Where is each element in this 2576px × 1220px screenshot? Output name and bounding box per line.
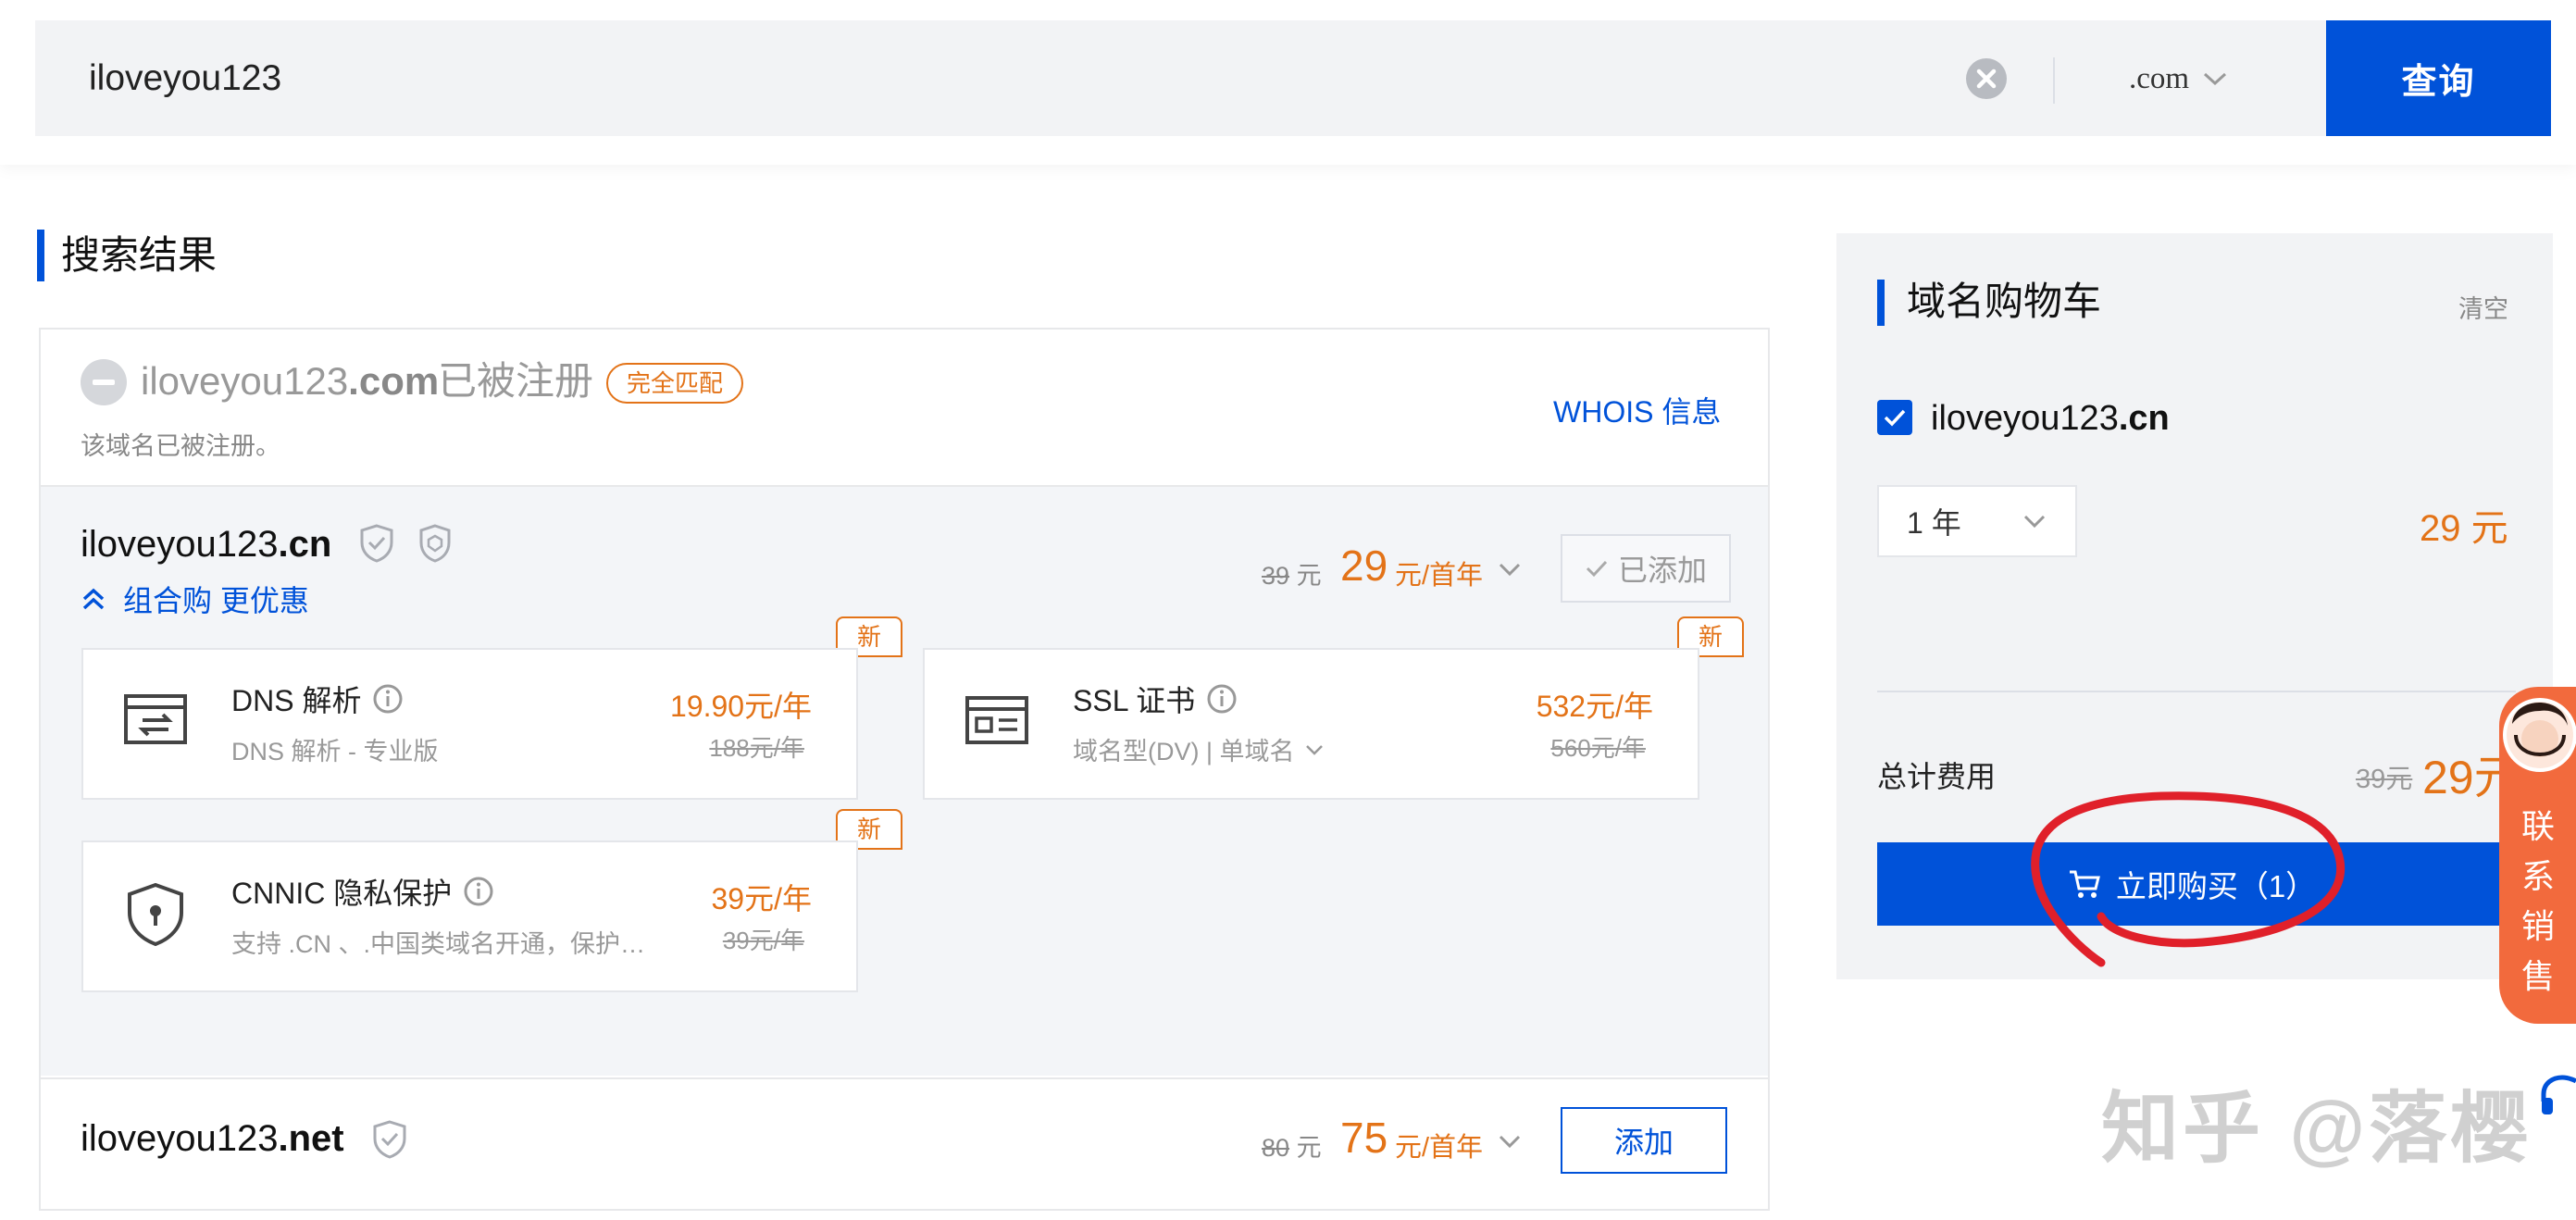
info-icon[interactable] [1206, 683, 1238, 715]
service-old-price: 188元/年 [709, 734, 804, 762]
year-select-value: 1 年 [1907, 506, 1961, 540]
service-price: 19.90元/年 [670, 690, 812, 723]
service-name: SSL 证书 [1073, 678, 1238, 720]
service-sub: 支持 .CN 、.中国类域名开通，保护… [231, 930, 646, 958]
info-icon[interactable] [372, 683, 404, 715]
net-original-price: 80 元 [1262, 1127, 1322, 1164]
registered-result-row [41, 330, 1768, 487]
cn-domain-tld: .cn [278, 524, 332, 565]
chevron-down-icon [2204, 72, 2227, 86]
verified-shield-icon[interactable] [359, 524, 394, 563]
suffix-select[interactable]: .com [2129, 56, 2228, 102]
registered-domain: iloveyou123.com [141, 355, 439, 407]
cn-original-value: 39 [1262, 562, 1290, 590]
cn-price: 29 [1340, 542, 1388, 590]
net-original-unit: 元 [1296, 1134, 1322, 1162]
cart-clear-link[interactable]: 清空 [2458, 289, 2508, 325]
service-name-label: CNNIC 隐私保护 [231, 877, 453, 910]
contact-sales-label: 联系销售 [2521, 807, 2556, 995]
registered-domain-tld: .com [348, 359, 440, 403]
ssl-certificate-icon [965, 696, 1028, 744]
sales-avatar [2503, 698, 2576, 772]
service-sub[interactable]: 域名型(DV) | 单域名 [1073, 731, 1325, 767]
chevron-down-icon[interactable] [1496, 1127, 1524, 1155]
clear-icon[interactable] [1964, 56, 2009, 101]
checkbox-icon[interactable] [1877, 400, 1912, 435]
cart-item-domain: iloveyou123.cn [1931, 392, 2170, 444]
info-icon[interactable] [463, 876, 494, 907]
cart-title-accent [1877, 280, 1885, 326]
cn-price-unit: 元/首年 [1395, 561, 1484, 591]
results-title: 搜索结果 [61, 233, 218, 277]
net-price-unit: 元/首年 [1395, 1133, 1484, 1163]
service-card-ssl[interactable]: SSL 证书 域名型(DV) | 单域名 532元/年 560元/年 [923, 648, 1699, 800]
registered-status: 已被注册 [438, 359, 594, 403]
service-sub: DNS 解析 - 专业版 [231, 738, 439, 766]
privacy-shield-icon [128, 883, 183, 946]
net-domain-name: iloveyou123 [81, 1118, 279, 1159]
cart-total-label: 总计费用 [1877, 760, 1997, 793]
registered-note: 该域名已被注册。 [81, 432, 280, 460]
service-sub-label: 域名型(DV) | 单域名 [1073, 738, 1295, 766]
cart-title: 域名购物车 [1907, 280, 2102, 323]
dns-icon [124, 694, 187, 744]
service-name-label: SSL 证书 [1073, 684, 1196, 717]
chevron-down-icon [2023, 515, 2046, 529]
add-button[interactable]: 添加 [1561, 1107, 1727, 1174]
cart-divider [1877, 691, 2516, 692]
year-select[interactable]: 1 年 [1877, 485, 2077, 557]
added-button-label: 已添加 [1617, 554, 1707, 587]
combo-link-label: 组合购 更优惠 [123, 584, 309, 617]
cart-item-tld: .cn [2118, 399, 2170, 438]
search-button[interactable]: 查询 [2326, 20, 2551, 136]
headset-icon[interactable] [2540, 1074, 2576, 1120]
service-name: CNNIC 隐私保护 [231, 870, 494, 913]
cart-item-name: iloveyou123 [1931, 399, 2119, 438]
net-price: 75 [1340, 1114, 1388, 1162]
net-original-value: 80 [1262, 1134, 1290, 1162]
double-chevron-up-icon [82, 588, 105, 610]
chevron-down-icon [1305, 744, 1323, 755]
unavailable-icon [81, 359, 127, 405]
cn-domain-name: iloveyou123 [81, 524, 279, 565]
search-input[interactable] [54, 20, 1975, 136]
service-name-label: DNS 解析 [231, 684, 362, 717]
service-old-price: 560元/年 [1550, 734, 1646, 762]
service-name: DNS 解析 [231, 678, 404, 720]
registered-domain-name: iloveyou123 [141, 359, 349, 403]
watermark: 知乎 @落樱 [2101, 1085, 2532, 1172]
service-old-price: 39元/年 [722, 927, 804, 954]
exact-match-badge: 完全匹配 [606, 363, 744, 404]
cart-item-price: 29 元 [2420, 508, 2508, 549]
cn-original-unit: 元 [1296, 562, 1322, 590]
annotation-circle [2031, 791, 2346, 967]
net-domain: iloveyou123.net [81, 1113, 344, 1164]
security-shield-icon[interactable] [418, 524, 452, 563]
added-button[interactable]: 已添加 [1561, 534, 1731, 603]
service-card-privacy[interactable]: CNNIC 隐私保护 支持 .CN 、.中国类域名开通，保护… 39元/年 39… [81, 840, 858, 992]
cn-domain: iloveyou123.cn [81, 518, 331, 570]
cart-total-old-price: 39元 [2356, 765, 2413, 794]
service-price: 39元/年 [711, 882, 813, 915]
search-divider [2053, 57, 2055, 104]
check-icon [1586, 560, 1608, 578]
cn-original-price: 39 元 [1262, 555, 1322, 591]
service-card-dns[interactable]: DNS 解析 DNS 解析 - 专业版 19.90元/年 188元/年 [81, 648, 858, 800]
verified-shield-icon[interactable] [372, 1120, 407, 1159]
net-domain-tld: .net [278, 1118, 344, 1159]
chevron-down-icon[interactable] [1496, 555, 1524, 583]
suffix-value: .com [2129, 61, 2190, 95]
combo-link[interactable]: 组合购 更优惠 [81, 578, 309, 620]
whois-link[interactable]: WHOIS 信息 [1553, 389, 1721, 431]
service-price: 532元/年 [1536, 690, 1653, 723]
results-title-accent [37, 230, 44, 281]
